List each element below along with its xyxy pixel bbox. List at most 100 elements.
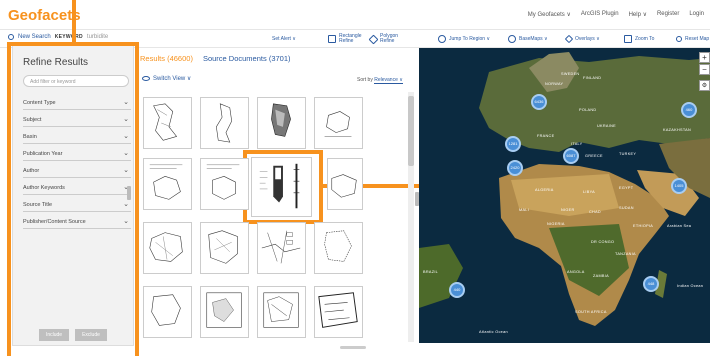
map-figure-icon <box>261 230 301 264</box>
log-figure-icon <box>259 163 300 209</box>
set-alert-button[interactable]: Set Alert ∨ <box>272 30 296 48</box>
map-figure-icon <box>331 174 357 198</box>
map-label: LIBYA <box>583 190 595 194</box>
map-cluster-marker[interactable]: 6436 <box>531 94 547 110</box>
switch-view-button[interactable]: Switch View ∨ <box>142 75 191 82</box>
result-thumbnail-highlighted[interactable] <box>251 157 312 217</box>
result-thumbnail[interactable] <box>143 97 192 149</box>
app-header: Geofacets My Geofacets ∨ ArcGIS Plugin H… <box>0 0 710 30</box>
register-link[interactable]: Register <box>657 11 679 18</box>
tab-results[interactable]: Results (46600) <box>140 54 193 63</box>
map-label: CHAD <box>589 210 601 214</box>
result-thumbnail[interactable] <box>143 158 192 210</box>
map-label: SUDAN <box>619 206 634 210</box>
results-scroll-thumb[interactable] <box>408 96 414 166</box>
polygon-refine-button[interactable]: Polygon Refine <box>368 30 402 48</box>
map-label: POLAND <box>579 108 597 112</box>
new-search-link[interactable]: New Search <box>18 34 51 40</box>
map-label: Atlantic Ocean <box>479 330 508 334</box>
sort-value[interactable]: Relevance ∨ <box>374 77 403 84</box>
overlays-button[interactable]: Overlays ∨ <box>564 30 600 48</box>
map-label: MALI <box>519 208 530 212</box>
my-geofacets-link[interactable]: My Geofacets ∨ <box>528 11 571 18</box>
result-thumbnail[interactable] <box>314 97 363 149</box>
map-label: Arabian Sea <box>667 224 692 228</box>
rectangle-refine-button[interactable]: Rectangle Refine <box>328 30 363 48</box>
basemaps-button[interactable]: BaseMaps ∨ <box>508 30 548 48</box>
result-thumbnail[interactable] <box>200 97 249 149</box>
map-figure-icon <box>206 292 242 328</box>
map-cluster-marker[interactable]: 460 <box>681 102 697 118</box>
result-thumbnail[interactable] <box>143 222 192 274</box>
map-label: Indian Ocean <box>677 284 704 288</box>
result-thumbnail[interactable] <box>314 222 363 274</box>
map-figure-icon <box>216 103 232 143</box>
app-logo[interactable]: Geofacets <box>8 7 81 24</box>
new-search-bar: New Search KEYWORD turbidite <box>8 34 108 40</box>
switch-view-label: Switch View ∨ <box>153 76 192 82</box>
zoom-to-label: Zoom To <box>635 36 655 42</box>
map-cluster-marker[interactable]: 440 <box>449 282 465 298</box>
layers-icon <box>564 34 574 44</box>
result-thumbnail[interactable] <box>257 286 306 338</box>
map-label: SWEDEN <box>561 72 580 76</box>
zoom-in-button[interactable]: + <box>699 52 710 63</box>
callout-line-sidebar <box>72 0 76 44</box>
keyword-value: turbidite <box>86 34 109 40</box>
horizontal-scroll-thumb[interactable] <box>340 346 366 349</box>
map-settings-icon[interactable]: ⚙ <box>699 80 710 91</box>
result-thumbnail[interactable] <box>143 286 192 338</box>
map-view[interactable]: 6436 6087 2420 1405 440 460 1281 448 SWE… <box>419 48 710 343</box>
result-thumbnail[interactable] <box>257 97 306 149</box>
map-figure-icon <box>271 103 291 137</box>
rectangle-icon <box>328 35 336 43</box>
zoom-to-icon <box>624 35 632 43</box>
map-figure-icon <box>318 292 358 328</box>
sidebar-highlight-frame <box>7 42 139 356</box>
result-thumbnail[interactable] <box>314 286 363 338</box>
map-label: ETHIOPIA <box>633 224 654 228</box>
reset-map-button[interactable]: Reset Map <box>676 30 709 48</box>
map-label: UKRAINE <box>597 124 616 128</box>
map-label: FINLAND <box>583 76 602 80</box>
map-cluster-marker[interactable]: 1281 <box>505 136 521 152</box>
sort-by-control[interactable]: Sort by Relevance ∨ <box>357 77 403 84</box>
map-cluster-marker[interactable]: 448 <box>643 276 659 292</box>
sort-label: Sort by <box>357 77 373 83</box>
eye-icon <box>142 76 150 81</box>
zoom-out-button[interactable]: − <box>699 64 710 75</box>
login-link[interactable]: Login <box>689 11 704 18</box>
reset-map-label: Reset Map <box>685 36 710 42</box>
map-figure-icon <box>324 230 352 262</box>
result-thumbnail[interactable] <box>327 158 363 210</box>
reset-icon <box>676 36 682 42</box>
arcgis-plugin-link[interactable]: ArcGIS Plugin <box>581 11 619 18</box>
help-link[interactable]: Help ∨ <box>629 11 647 18</box>
map-label: KAZAKHSTAN <box>663 128 692 132</box>
map-label: BRAZIL <box>423 270 439 274</box>
map-label: FRANCE <box>537 134 555 138</box>
map-cluster-marker[interactable]: 6087 <box>563 148 579 164</box>
map-figure-icon <box>208 230 238 264</box>
jump-to-region-label: Jump To Region ∨ <box>449 36 491 42</box>
tab-source-documents[interactable]: Source Documents (3701) <box>203 54 291 63</box>
result-thumbnail[interactable] <box>200 286 249 338</box>
result-thumbnail[interactable] <box>200 222 249 274</box>
map-cluster-marker[interactable]: 2420 <box>507 160 523 176</box>
basemaps-label: BaseMaps ∨ <box>519 36 548 42</box>
jump-to-region-button[interactable]: Jump To Region ∨ <box>438 30 490 48</box>
map-label: ITALY <box>571 142 583 146</box>
zoom-to-button[interactable]: Zoom To <box>624 30 654 48</box>
map-figure-icon <box>206 164 240 200</box>
location-pin-icon <box>438 35 446 43</box>
map-label: TURKEY <box>619 152 637 156</box>
result-thumbnail[interactable] <box>200 158 249 210</box>
map-figure-icon <box>151 294 181 326</box>
map-figure-icon <box>263 292 299 328</box>
map-label: DR CONGO <box>591 240 615 244</box>
map-cluster-marker[interactable]: 1405 <box>671 178 687 194</box>
map-figure-icon <box>149 164 183 200</box>
rectangle-refine-label: Rectangle Refine <box>339 33 362 44</box>
new-search-icon[interactable] <box>8 34 14 40</box>
result-thumbnail[interactable] <box>257 222 306 274</box>
